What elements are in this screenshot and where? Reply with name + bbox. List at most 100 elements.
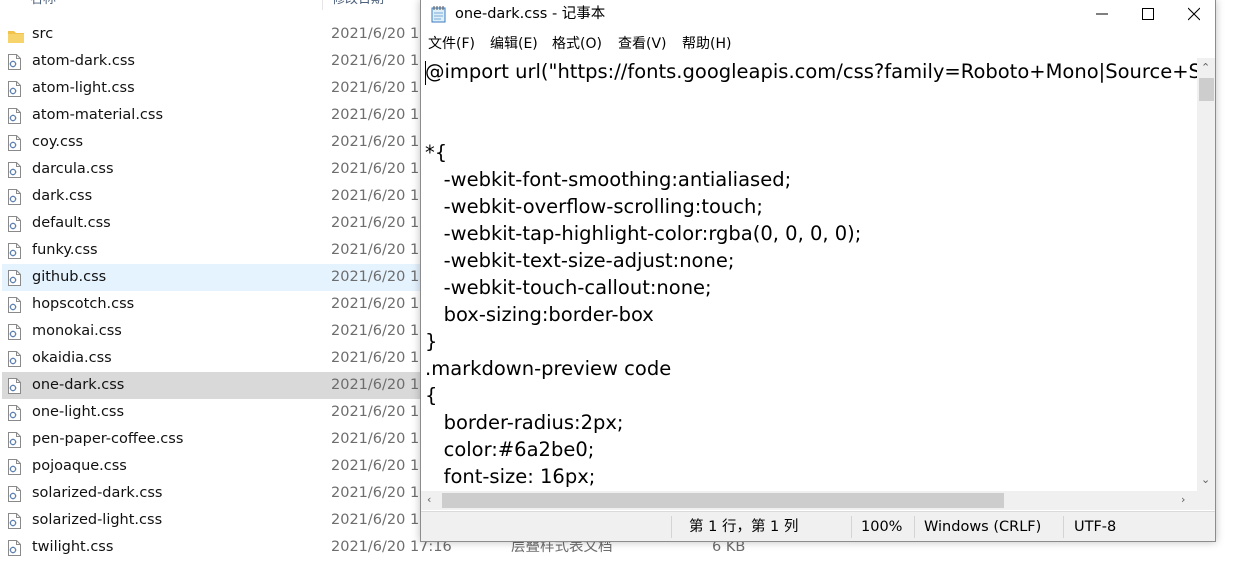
editor-line: -webkit-font-smoothing:antialiased; (425, 168, 792, 191)
status-divider (671, 516, 672, 538)
css-file-icon (8, 108, 21, 124)
editor-line: box-sizing:border-box (425, 303, 654, 326)
file-name: darcula.css (32, 161, 114, 177)
file-row[interactable]: funky.css 2021/6/20 1 (2, 237, 420, 264)
css-file-icon (8, 459, 21, 475)
file-modified-date: 2021/6/20 1 (331, 53, 420, 69)
horizontal-scroll-thumb[interactable] (442, 493, 1004, 508)
file-row[interactable]: default.css 2021/6/20 1 (2, 210, 420, 237)
file-modified-date: 2021/6/20 1 (331, 134, 420, 150)
file-modified-date: 2021/6/20 1 (331, 323, 420, 339)
file-modified-date: 2021/6/20 1 (331, 188, 420, 204)
menu-edit[interactable]: 编辑(E) (490, 31, 538, 57)
menu-file[interactable]: 文件(F) (428, 31, 475, 57)
menu-bar: 文件(F) 编辑(E) 格式(O) 查看(V) 帮助(H) (421, 31, 1215, 57)
column-divider[interactable] (322, 0, 323, 10)
file-name: atom-light.css (32, 80, 135, 96)
file-row[interactable]: pojoaque.css 2021/6/20 1 (2, 453, 420, 480)
status-cursor-position: 第 1 行，第 1 列 (689, 519, 799, 535)
file-modified-date: 2021/6/20 1 (331, 458, 420, 474)
file-name: twilight.css (32, 539, 114, 555)
minimize-button[interactable] (1079, 0, 1125, 30)
css-file-icon (8, 54, 21, 70)
file-name: one-light.css (32, 404, 125, 420)
status-encoding: UTF-8 (1074, 519, 1117, 535)
file-row[interactable]: pen-paper-coffee.css 2021/6/20 1 (2, 426, 420, 453)
file-row[interactable]: src 2021/6/20 1 (2, 21, 420, 48)
file-name: coy.css (32, 134, 84, 150)
css-file-icon (8, 189, 21, 205)
editor-line: -webkit-tap-highlight-color:rgba(0, 0, 0… (425, 222, 862, 245)
column-header-modified[interactable]: 修改日期 (332, 0, 384, 10)
file-modified-date: 2021/6/20 1 (331, 107, 420, 123)
file-row[interactable]: github.css 2021/6/20 1 (2, 264, 420, 291)
css-file-icon (8, 162, 21, 178)
maximize-button[interactable] (1125, 0, 1171, 30)
folder-icon (8, 28, 24, 44)
file-name: src (32, 26, 54, 42)
status-divider (914, 516, 915, 538)
file-modified-date: 2021/6/20 1 (331, 80, 420, 96)
file-row[interactable]: one-dark.css 2021/6/20 1 (2, 372, 420, 399)
status-bar: 第 1 行，第 1 列 100% Windows (CRLF) UTF-8 (421, 511, 1215, 541)
scroll-right-icon[interactable]: › (1181, 494, 1185, 506)
css-file-icon (8, 270, 21, 286)
file-row[interactable]: hopscotch.css 2021/6/20 1 (2, 291, 420, 318)
css-file-icon (8, 297, 21, 313)
menu-view[interactable]: 查看(V) (618, 31, 667, 57)
file-name: funky.css (32, 242, 98, 258)
file-row[interactable]: twilight.css 2021/6/20 17:16 层叠样式表文档 6 KB (2, 534, 745, 561)
file-row[interactable]: atom-dark.css 2021/6/20 1 (2, 48, 420, 75)
file-row[interactable]: monokai.css 2021/6/20 1 (2, 318, 420, 345)
status-divider (1063, 516, 1064, 538)
css-file-icon (8, 486, 21, 502)
window-title: one-dark.css - 记事本 (455, 6, 606, 22)
file-row[interactable]: atom-material.css 2021/6/20 1 (2, 102, 420, 129)
file-name: github.css (32, 269, 107, 285)
css-file-icon (8, 243, 21, 259)
editor-line: -webkit-touch-callout:none; (425, 276, 712, 299)
file-row[interactable]: coy.css 2021/6/20 1 (2, 129, 420, 156)
file-modified-date: 2021/6/20 1 (331, 485, 420, 501)
editor-line: -webkit-overflow-scrolling:touch; (425, 195, 763, 218)
scroll-down-icon[interactable]: ⌄ (1201, 474, 1210, 486)
file-row[interactable]: dark.css 2021/6/20 1 (2, 183, 420, 210)
vertical-scroll-thumb[interactable] (1199, 78, 1214, 101)
close-button[interactable] (1171, 0, 1217, 30)
file-row[interactable]: solarized-dark.css 2021/6/20 1 (2, 480, 420, 507)
file-modified-date: 2021/6/20 1 (331, 161, 420, 177)
scrollbar-corner (1197, 491, 1215, 510)
maximize-icon (1142, 8, 1154, 20)
file-modified-date: 2021/6/20 1 (331, 242, 420, 258)
css-file-icon (8, 405, 21, 421)
file-modified-date: 2021/6/20 1 (331, 512, 420, 528)
file-row[interactable]: darcula.css 2021/6/20 1 (2, 156, 420, 183)
file-modified-date: 2021/6/20 1 (331, 350, 420, 366)
close-icon (1188, 7, 1200, 21)
file-modified-date: 2021/6/20 1 (331, 431, 420, 447)
css-file-icon (8, 135, 21, 151)
horizontal-scrollbar[interactable]: ‹ › (421, 491, 1197, 510)
file-row[interactable]: okaidia.css 2021/6/20 1 (2, 345, 420, 372)
editor-line: -webkit-text-size-adjust:none; (425, 249, 735, 272)
editor-line: .markdown-preview code (425, 357, 672, 380)
column-header-name[interactable]: 名称 (30, 0, 56, 10)
file-row[interactable]: one-light.css 2021/6/20 1 (2, 399, 420, 426)
title-bar[interactable]: one-dark.css - 记事本 (421, 0, 1215, 30)
css-file-icon (8, 324, 21, 340)
css-file-icon (8, 432, 21, 448)
menu-help[interactable]: 帮助(H) (682, 31, 731, 57)
file-row[interactable]: solarized-light.css 2021/6/20 1 (2, 507, 420, 534)
file-row[interactable]: atom-light.css 2021/6/20 1 (2, 75, 420, 102)
editor-line: border-radius:2px; (425, 411, 624, 434)
file-name: solarized-dark.css (32, 485, 163, 501)
vertical-scrollbar[interactable]: ⌃ ⌄ (1197, 58, 1215, 491)
scroll-up-icon[interactable]: ⌃ (1201, 62, 1210, 74)
scroll-left-icon[interactable]: ‹ (427, 494, 431, 506)
file-name: solarized-light.css (32, 512, 163, 528)
file-name: atom-dark.css (32, 53, 135, 69)
editor-line: { (425, 384, 438, 407)
menu-format[interactable]: 格式(O) (552, 31, 602, 57)
editor-line: } (425, 330, 438, 353)
text-editor-area[interactable]: @import url("https://fonts.googleapis.co… (421, 58, 1197, 491)
